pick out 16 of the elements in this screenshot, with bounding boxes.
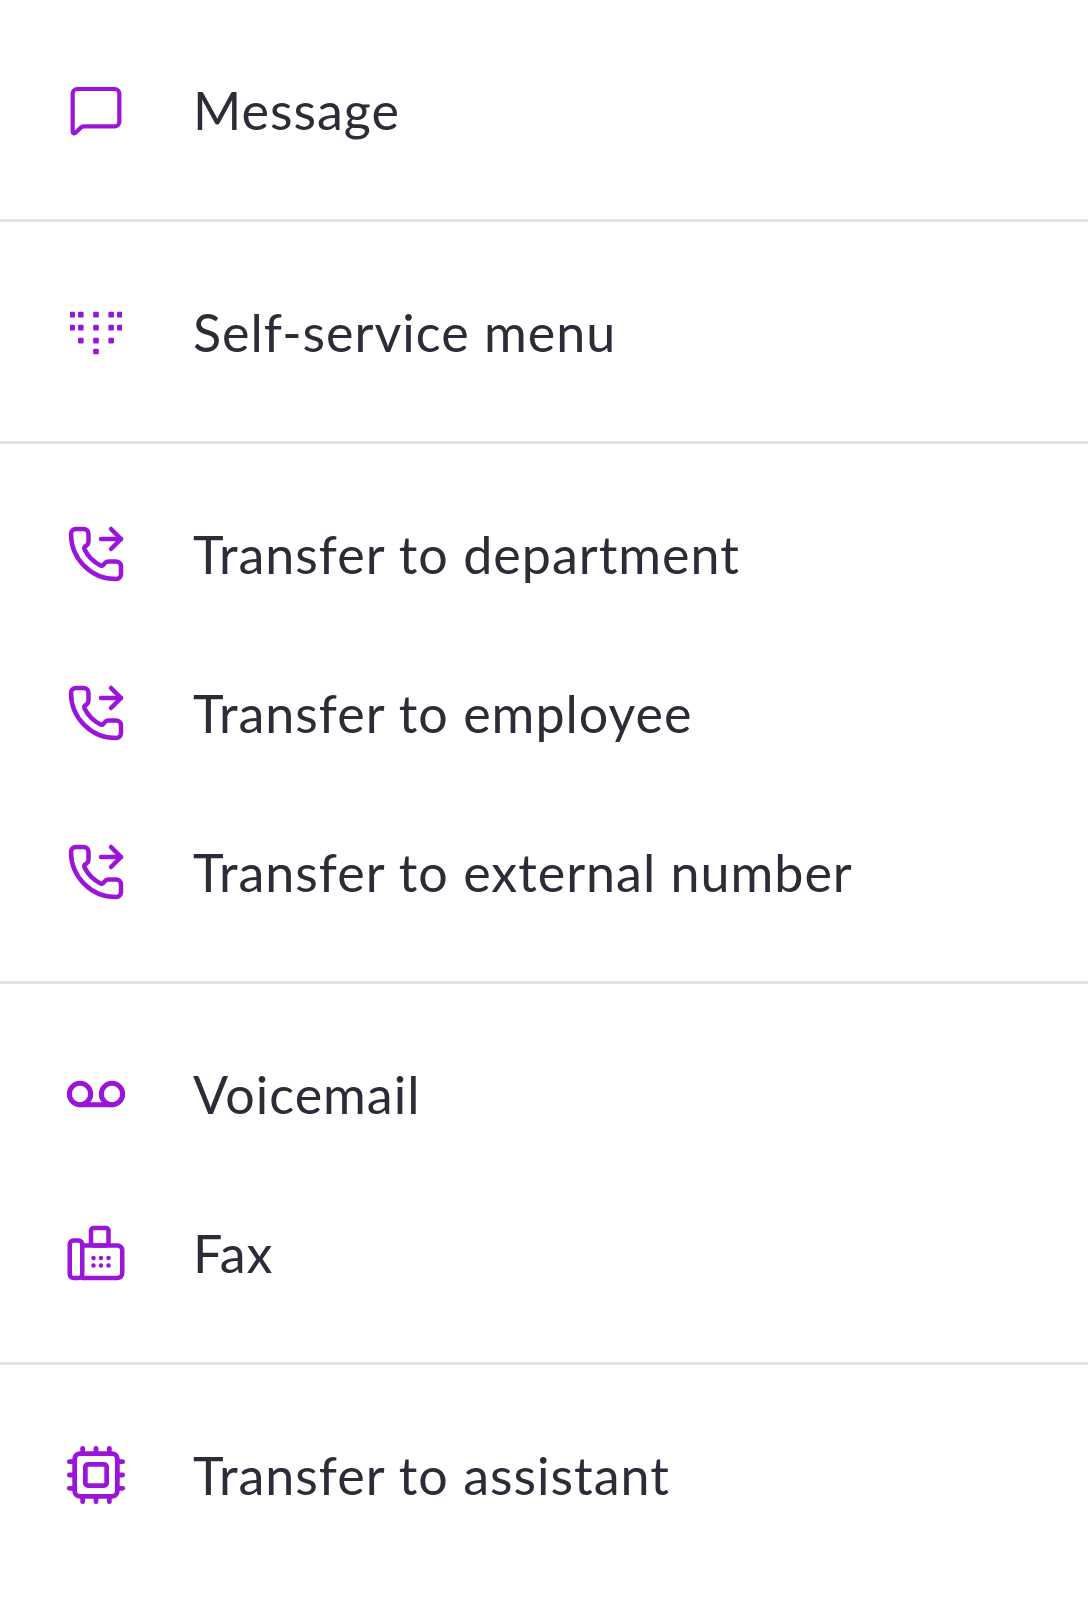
menu-item[interactable]: Transfer to department (0, 474, 1088, 633)
menu-item-label: Self-service menu (193, 299, 617, 365)
menu-item[interactable]: Transfer to assistant (0, 1395, 1088, 1554)
menu-item-label: Transfer to employee (193, 680, 693, 746)
menu-item[interactable]: Voicemail (0, 1014, 1088, 1173)
menu-item-label: Message (193, 77, 400, 143)
menu-item-label: Voicemail (193, 1061, 421, 1127)
menu-item[interactable]: Self-service menu (0, 252, 1088, 411)
menu-item[interactable]: Transfer to external number (0, 792, 1088, 951)
menu-item-label: Fax (193, 1220, 274, 1286)
menu-item-label: Transfer to external number (193, 839, 853, 905)
menu-item-label: Transfer to assistant (193, 1442, 670, 1508)
menu-item-label: Transfer to department (193, 521, 740, 587)
menu-item[interactable]: Message (0, 30, 1088, 189)
menu-item[interactable]: Transfer to employee (0, 633, 1088, 792)
menu-item[interactable]: Fax (0, 1173, 1088, 1332)
